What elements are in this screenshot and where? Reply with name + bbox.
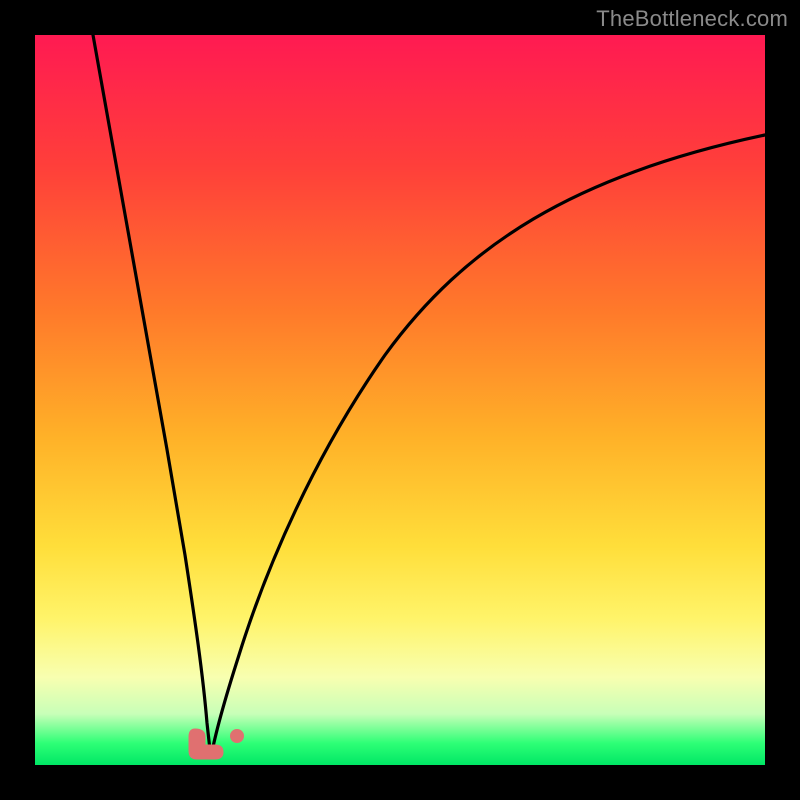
curve-right-branch bbox=[211, 135, 765, 757]
chart-frame: TheBottleneck.com bbox=[0, 0, 800, 800]
curve-left-branch bbox=[93, 35, 211, 757]
valley-blob bbox=[189, 729, 223, 759]
watermark: TheBottleneck.com bbox=[596, 6, 788, 32]
valley-dot bbox=[231, 730, 244, 743]
bottleneck-curve bbox=[35, 35, 765, 765]
plot-area bbox=[35, 35, 765, 765]
